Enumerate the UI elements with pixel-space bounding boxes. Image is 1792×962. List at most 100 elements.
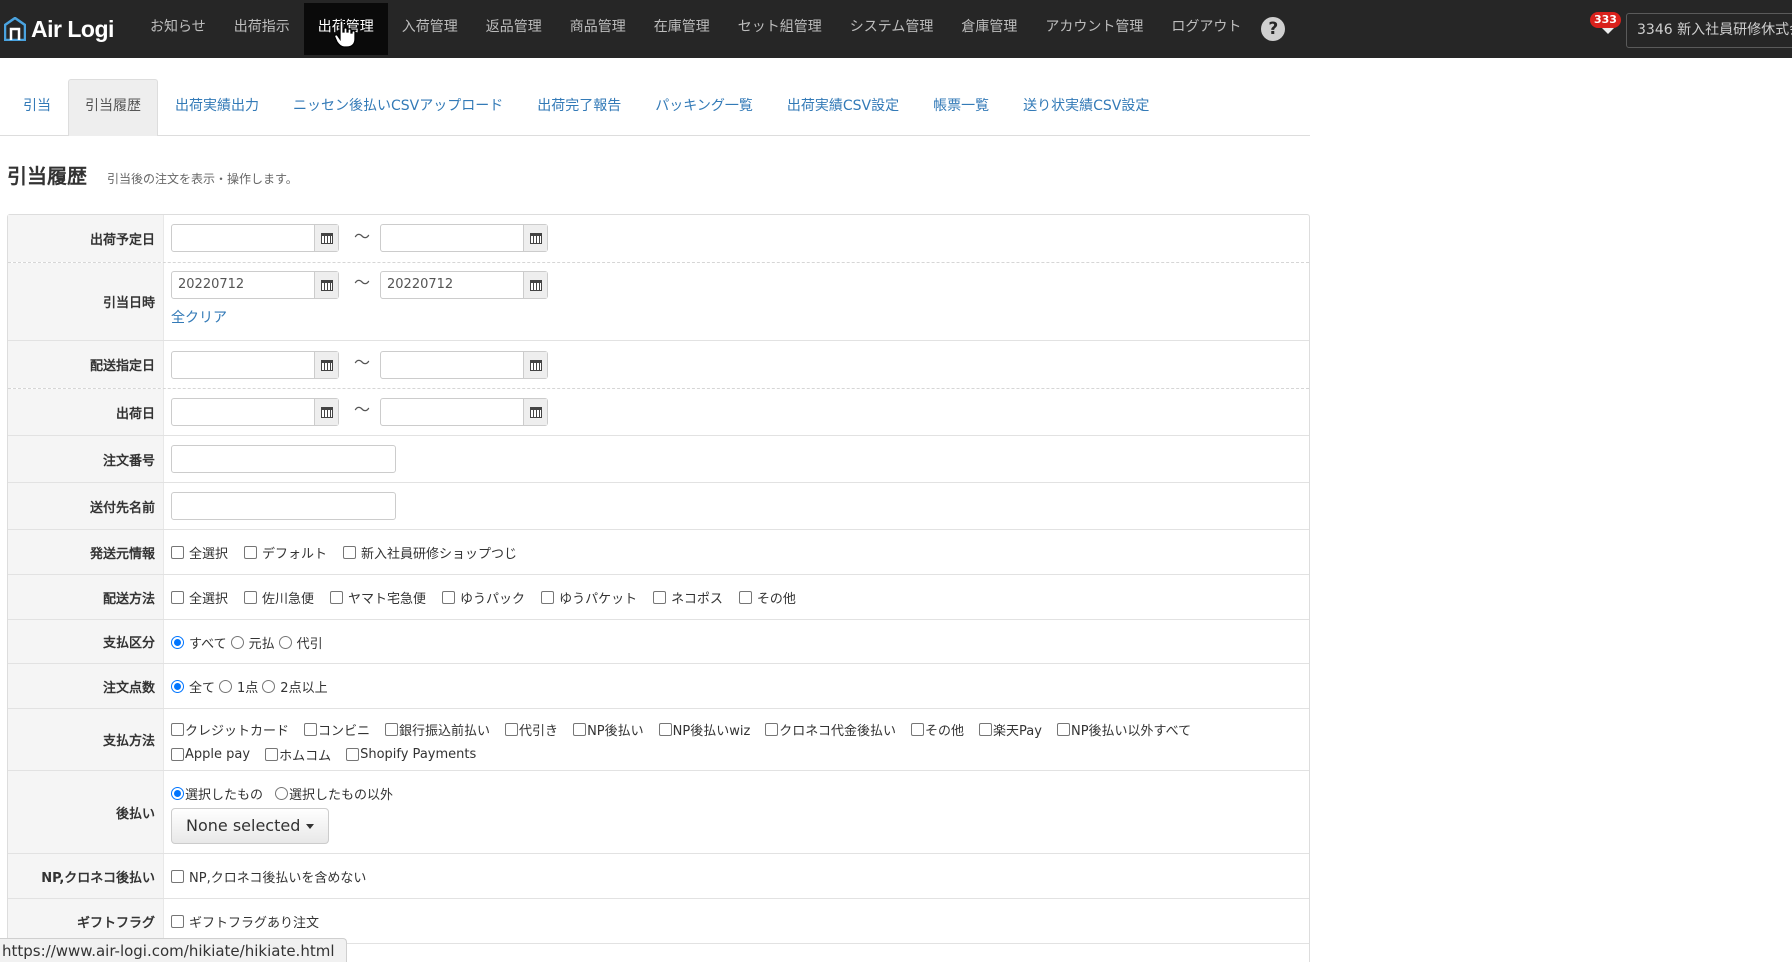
item-count-one-radio[interactable]: 1点 bbox=[219, 677, 258, 696]
row-item-count: 注文点数 全て 1点 2点以上 bbox=[8, 664, 1309, 709]
delivery-yamato-checkbox[interactable]: ヤマト宅急便 bbox=[330, 588, 426, 607]
recipient-name-input[interactable] bbox=[171, 492, 396, 520]
shipping-date-to-field[interactable] bbox=[380, 224, 548, 252]
sender-shop-checkbox[interactable]: 新入社員研修ショップつじ bbox=[343, 543, 517, 562]
delivery-date-from-field[interactable] bbox=[171, 351, 339, 379]
nav-item-1[interactable]: お知らせ bbox=[136, 3, 220, 55]
nav-item-2[interactable]: 出荷指示 bbox=[220, 3, 304, 55]
account-selector[interactable]: 3346 新入社員研修休式会 bbox=[1626, 13, 1792, 48]
clear-all-link[interactable]: 全クリア bbox=[171, 307, 227, 327]
tab-1[interactable]: 引当 bbox=[0, 79, 68, 135]
gift-flag-checkbox[interactable]: ギフトフラグあり注文 bbox=[171, 912, 319, 931]
page-description: 引当後の注文を表示・操作します。 bbox=[107, 172, 298, 186]
payment-method-checkbox[interactable]: Shopify Payments bbox=[346, 747, 476, 762]
row-delivery-date: 配送指定日 〜 bbox=[8, 341, 1309, 389]
nav-item-9[interactable]: システム管理 bbox=[836, 3, 948, 55]
calendar-icon[interactable] bbox=[314, 352, 338, 378]
payment-type-cod-radio[interactable]: 代引 bbox=[278, 633, 323, 652]
calendar-icon[interactable] bbox=[314, 399, 338, 425]
payment-method-checkbox[interactable]: クレジットカード bbox=[171, 720, 289, 739]
tab-8[interactable]: 帳票一覧 bbox=[916, 79, 1006, 135]
nav-item-6[interactable]: 商品管理 bbox=[556, 3, 640, 55]
label-gift-flag: ギフトフラグ bbox=[8, 899, 164, 943]
label-recipient-name: 送付先名前 bbox=[8, 483, 164, 529]
payment-method-checkbox[interactable]: 代引き bbox=[505, 720, 558, 739]
payment-method-checkbox[interactable]: 銀行振込前払い bbox=[385, 720, 490, 739]
ship-date-from-field[interactable] bbox=[171, 398, 339, 426]
nav-item-11[interactable]: アカウント管理 bbox=[1031, 3, 1157, 55]
payment-method-checkbox[interactable]: その他 bbox=[911, 720, 964, 739]
label-allocation-date: 引当日時 bbox=[8, 263, 164, 340]
item-count-all-radio[interactable]: 全て bbox=[171, 677, 215, 696]
tab-9[interactable]: 送り状実績CSV設定 bbox=[1006, 79, 1166, 135]
nav-item-4[interactable]: 入荷管理 bbox=[388, 3, 472, 55]
payment-method-checkbox[interactable]: コンビニ bbox=[304, 720, 370, 739]
delivery-date-to-value bbox=[381, 352, 523, 378]
calendar-icon[interactable] bbox=[314, 225, 338, 251]
nav-item-12[interactable]: ログアウト bbox=[1157, 3, 1255, 55]
row-allocation-date: 引当日時 20220712 〜 20220712 全クリア bbox=[8, 263, 1309, 341]
label-order-number: 注文番号 bbox=[8, 436, 164, 482]
calendar-icon[interactable] bbox=[523, 352, 547, 378]
delivery-sagawa-checkbox[interactable]: 佐川急便 bbox=[244, 588, 314, 607]
payment-method-checkbox[interactable]: クロネコ代金後払い bbox=[765, 720, 896, 739]
deferred-not-selected-radio[interactable]: 選択したもの以外 bbox=[275, 784, 393, 803]
shipping-date-from-field[interactable] bbox=[171, 224, 339, 252]
calendar-icon[interactable] bbox=[523, 272, 547, 298]
row-delivery-method: 配送方法 全選択 佐川急便 ヤマト宅急便 ゆうパック ゆうパケット ネコポス そ… bbox=[8, 575, 1309, 620]
delivery-yupack-checkbox[interactable]: ゆうパック bbox=[442, 588, 525, 607]
sub-tabs: 引当 引当履歴 出荷実績出力 ニッセン後払いCSVアップロード 出荷完了報告 パッキング一… bbox=[0, 79, 1310, 136]
nav-item-7[interactable]: 在庫管理 bbox=[640, 3, 724, 55]
deferred-payment-dropdown[interactable]: None selected bbox=[171, 808, 330, 844]
range-tilde: 〜 bbox=[354, 227, 371, 246]
deferred-selected-radio[interactable]: 選択したもの bbox=[171, 784, 263, 803]
range-tilde: 〜 bbox=[354, 400, 371, 419]
payment-type-all-radio[interactable]: すべて bbox=[171, 633, 227, 652]
payment-type-prepaid-radio[interactable]: 元払 bbox=[230, 633, 275, 652]
nav-item-5[interactable]: 返品管理 bbox=[472, 3, 556, 55]
tab-7[interactable]: 出荷実績CSV設定 bbox=[770, 79, 916, 135]
payment-method-checkbox[interactable]: NP後払い以外すべて bbox=[1056, 720, 1191, 739]
calendar-icon[interactable] bbox=[523, 399, 547, 425]
logo-text: Air Logi bbox=[31, 15, 114, 42]
payment-method-checkbox[interactable]: ホムコム bbox=[265, 745, 331, 764]
delivery-other-checkbox[interactable]: その他 bbox=[738, 588, 796, 607]
help-icon[interactable]: ? bbox=[1261, 17, 1286, 41]
tab-5[interactable]: 出荷完了報告 bbox=[520, 79, 638, 135]
label-delivery-date: 配送指定日 bbox=[8, 341, 164, 388]
payment-method-checkbox[interactable]: NP後払いwiz bbox=[658, 720, 750, 739]
sender-default-checkbox[interactable]: デフォルト bbox=[244, 543, 327, 562]
allocation-date-from-field[interactable]: 20220712 bbox=[171, 271, 339, 299]
air-logi-logo[interactable]: Air Logi bbox=[0, 0, 136, 58]
label-delivery-method: 配送方法 bbox=[8, 575, 164, 619]
exclude-np-kuroneko-checkbox[interactable]: NP,クロネコ後払いを含めない bbox=[171, 867, 366, 886]
order-number-input[interactable] bbox=[171, 445, 396, 473]
sender-all-checkbox[interactable]: 全選択 bbox=[171, 543, 228, 562]
payment-method-checkbox[interactable]: NP後払い bbox=[573, 720, 644, 739]
calendar-icon[interactable] bbox=[314, 272, 338, 298]
tab-2[interactable]: 引当履歴 bbox=[68, 79, 158, 136]
tab-6[interactable]: パッキング一覧 bbox=[638, 79, 770, 135]
item-count-multi-radio[interactable]: 2点以上 bbox=[262, 677, 328, 696]
allocation-date-to-field[interactable]: 20220712 bbox=[380, 271, 548, 299]
ship-date-to-value bbox=[381, 399, 523, 425]
notification-badge[interactable]: 333 bbox=[1590, 12, 1621, 28]
allocation-date-from-value: 20220712 bbox=[178, 277, 245, 292]
tab-3[interactable]: 出荷実績出力 bbox=[158, 79, 276, 135]
payment-method-checkbox[interactable]: 楽天Pay bbox=[979, 720, 1042, 739]
delivery-date-to-field[interactable] bbox=[380, 351, 548, 379]
row-recipient-name: 送付先名前 bbox=[8, 483, 1309, 530]
payment-method-checkbox[interactable]: Apple pay bbox=[171, 747, 250, 762]
nav-item-10[interactable]: 倉庫管理 bbox=[947, 3, 1031, 55]
delivery-nekopos-checkbox[interactable]: ネコポス bbox=[653, 588, 723, 607]
ship-date-to-field[interactable] bbox=[380, 398, 548, 426]
nav-item-8[interactable]: セット組管理 bbox=[724, 3, 836, 55]
delivery-yupacket-checkbox[interactable]: ゆうパケット bbox=[541, 588, 637, 607]
delivery-all-checkbox[interactable]: 全選択 bbox=[171, 588, 228, 607]
tab-4[interactable]: ニッセン後払いCSVアップロード bbox=[276, 79, 520, 135]
calendar-icon[interactable] bbox=[523, 225, 547, 251]
notification-icon[interactable] bbox=[1602, 28, 1614, 34]
deferred-payment-options: 選択したもの 選択したもの以外 bbox=[171, 784, 397, 803]
gift-flag-options: ギフトフラグあり注文 bbox=[171, 912, 335, 931]
caret-down-icon bbox=[306, 823, 315, 829]
